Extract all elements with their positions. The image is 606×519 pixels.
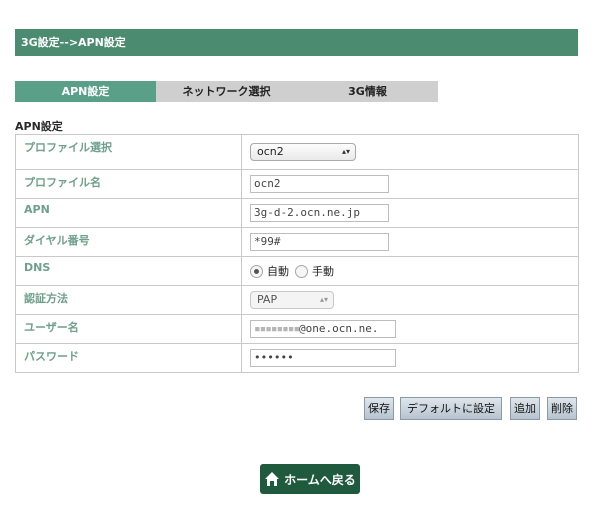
delete-button[interactable]: 削除 [547,397,577,420]
auth-method-label: 認証方法 [15,285,242,315]
add-button[interactable]: 追加 [510,397,540,420]
profile-select-label: プロファイル選択 [15,134,242,170]
page-title: 3G設定-->APN設定 [21,36,126,49]
tab-bar: APN設定 ネットワーク選択 3G情報 [15,81,438,102]
dns-auto-radio[interactable] [250,264,263,278]
set-default-button[interactable]: デフォルトに設定 [400,397,502,420]
home-icon [265,472,280,486]
username-input[interactable]: ▪▪▪▪▪▪▪▪@one.ocn.ne. [250,320,396,338]
profile-select-value: ocn2 [257,145,284,158]
username-redacted: ▪▪▪▪▪▪▪▪ [254,322,300,335]
password-input[interactable]: •••••• [250,349,396,367]
username-label: ユーザー名 [15,314,242,344]
dial-number-input[interactable]: *99# [250,233,389,251]
tab-apn-settings[interactable]: APN設定 [15,81,156,102]
section-title: APN設定 [15,120,63,133]
auth-method-select[interactable]: PAP ▴▾ [250,291,334,309]
select-arrows-icon: ▴▾ [341,147,350,156]
username-domain: @one.ocn.ne. [298,322,379,335]
select-arrows-icon: ▴▾ [319,295,328,304]
apn-label: APN [15,198,242,228]
dns-manual-label: 手動 [312,265,334,278]
profile-name-input[interactable]: ocn2 [250,175,389,193]
tab-3g-info[interactable]: 3G情報 [297,81,438,102]
profile-select[interactable]: ocn2 ▴▾ [250,143,356,161]
password-label: パスワード [15,343,242,373]
profile-name-label: プロファイル名 [15,169,242,199]
dns-radio-group: 自動 手動 [250,262,570,280]
auth-method-value: PAP [257,293,278,306]
dns-manual-radio[interactable] [295,264,308,278]
page-header: 3G設定-->APN設定 [15,29,578,56]
dns-auto-label: 自動 [267,265,289,278]
dial-number-label: ダイヤル番号 [15,227,242,257]
save-button[interactable]: 保存 [364,397,394,420]
tab-network-selection[interactable]: ネットワーク選択 [156,81,297,102]
dns-label: DNS [15,256,242,286]
apn-input[interactable]: 3g-d-2.ocn.ne.jp [250,204,389,222]
home-button-label: ホームへ戻る [284,472,356,487]
home-button[interactable]: ホームへ戻る [260,464,360,494]
apn-settings-form: プロファイル選択 ocn2 ▴▾ プロファイル名 ocn2 APN 3g-d-2… [15,134,579,373]
